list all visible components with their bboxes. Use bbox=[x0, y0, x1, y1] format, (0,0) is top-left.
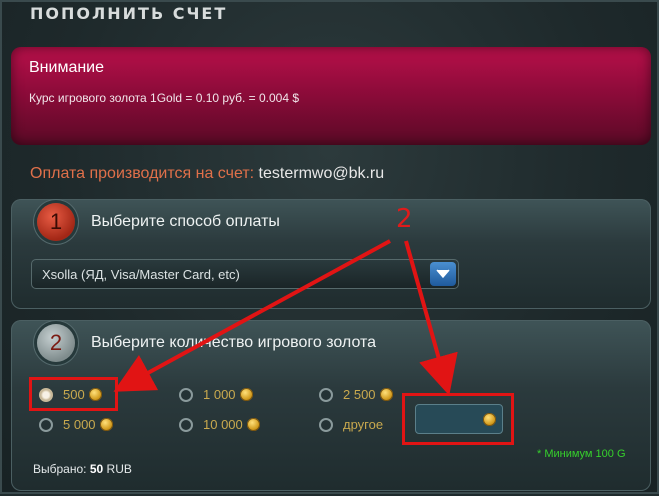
arrow-to-preset bbox=[113, 239, 391, 392]
annotation-arrows bbox=[113, 239, 458, 396]
payment-panel: ПОПОЛНИТЬ СЧЕТ Внимание Курс игрового зо… bbox=[0, 0, 659, 494]
arrow-to-custom bbox=[404, 240, 458, 396]
